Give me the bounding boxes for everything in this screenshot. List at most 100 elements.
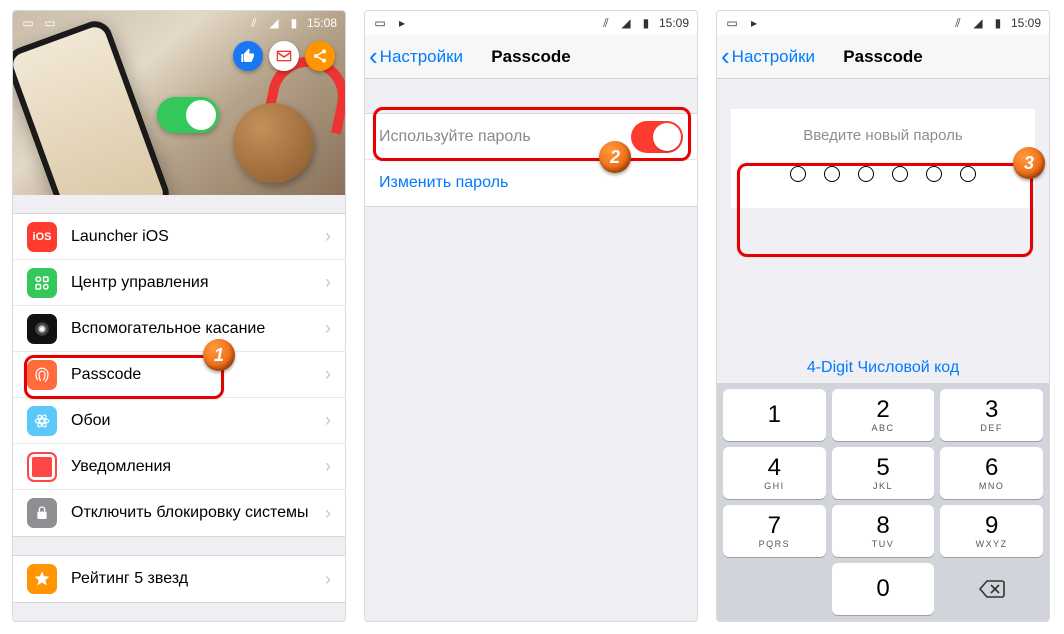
control-center-icon xyxy=(27,268,57,298)
share-button[interactable] xyxy=(305,41,335,71)
screenshot-1: ▭ ▭ ⫽ ◢ ▮ 15:08 xyxy=(12,10,346,622)
screenshot-3: ▭ ▸ ⫽ ◢ ▮ 15:09 ‹ Настройки Passcode Вве… xyxy=(716,10,1050,622)
star-icon xyxy=(27,564,57,594)
signal-icon: ◢ xyxy=(619,16,633,30)
status-bar: ▭ ▸ ⫽ ◢ ▮ 15:09 xyxy=(365,11,697,35)
back-label: Настройки xyxy=(732,47,815,67)
passcode-dot xyxy=(858,166,874,182)
play-icon: ▸ xyxy=(747,16,761,30)
row-wallpaper[interactable]: Обои › xyxy=(13,398,345,444)
row-label: Passcode xyxy=(71,366,311,384)
notifications-icon xyxy=(27,452,57,482)
row-label: Используйте пароль xyxy=(379,128,617,146)
hero-toggle xyxy=(157,97,219,133)
status-time: 15:09 xyxy=(659,16,689,30)
row-change-password[interactable]: Изменить пароль xyxy=(365,160,697,206)
change-password-link: Изменить пароль xyxy=(379,174,683,192)
four-digit-option[interactable]: 4-Digit Числовой код xyxy=(717,341,1049,383)
status-time: 15:08 xyxy=(307,16,337,30)
settings-group-1: iOS Launcher iOS › Центр управления › Вс… xyxy=(13,213,345,537)
key-2[interactable]: 2ABC xyxy=(832,389,935,441)
battery-icon: ▮ xyxy=(991,16,1005,30)
row-label: Вспомогательное касание xyxy=(71,320,311,338)
key-4[interactable]: 4GHI xyxy=(723,447,826,499)
back-button[interactable]: ‹ Настройки xyxy=(369,47,463,67)
picture-icon: ▭ xyxy=(725,16,739,30)
row-label: Отключить блокировку системы xyxy=(71,504,311,522)
key-backspace[interactable] xyxy=(940,563,1043,615)
picture-icon: ▭ xyxy=(21,16,35,30)
back-button[interactable]: ‹ Настройки xyxy=(721,47,815,67)
status-bar: ▭ ▸ ⫽ ◢ ▮ 15:09 xyxy=(717,11,1049,35)
enter-passcode-prompt: Введите новый пароль xyxy=(741,127,1025,144)
status-time: 15:09 xyxy=(1011,16,1041,30)
row-label: Рейтинг 5 звезд xyxy=(71,570,311,588)
row-label: Центр управления xyxy=(71,274,311,292)
passcode-dot xyxy=(926,166,942,182)
chevron-right-icon: › xyxy=(325,226,331,247)
annotation-badge-1: 1 xyxy=(203,339,235,371)
chevron-right-icon: › xyxy=(325,410,331,431)
nav-bar: ‹ Настройки Passcode xyxy=(717,35,1049,79)
key-8[interactable]: 8TUV xyxy=(832,505,935,557)
chevron-right-icon: › xyxy=(325,364,331,385)
back-label: Настройки xyxy=(380,47,463,67)
chevron-left-icon: ‹ xyxy=(369,49,378,65)
picture-icon: ▭ xyxy=(373,16,387,30)
row-disable-lock[interactable]: Отключить блокировку системы › xyxy=(13,490,345,536)
annotation-badge-3: 3 xyxy=(1013,147,1045,179)
signal-icon: ◢ xyxy=(971,16,985,30)
toggle-use-password[interactable] xyxy=(631,121,683,153)
row-notifications[interactable]: Уведомления › xyxy=(13,444,345,490)
key-7[interactable]: 7PQRS xyxy=(723,505,826,557)
cookie-illustration xyxy=(233,103,313,183)
nav-bar: ‹ Настройки Passcode xyxy=(365,35,697,79)
chevron-right-icon: › xyxy=(325,569,331,590)
passcode-dots xyxy=(741,166,1025,182)
disable-lock-icon xyxy=(27,498,57,528)
row-rate-5-stars[interactable]: Рейтинг 5 звезд › xyxy=(13,556,345,602)
annotation-badge-2: 2 xyxy=(599,141,631,173)
key-3[interactable]: 3DEF xyxy=(940,389,1043,441)
row-label: Обои xyxy=(71,412,311,430)
passcode-dot xyxy=(824,166,840,182)
hero-action-buttons xyxy=(233,41,335,71)
row-label: Уведомления xyxy=(71,458,311,476)
backspace-icon xyxy=(978,579,1006,599)
key-5[interactable]: 5JKL xyxy=(832,447,935,499)
signal-icon: ◢ xyxy=(267,16,281,30)
gmail-button[interactable] xyxy=(269,41,299,71)
battery-icon: ▮ xyxy=(639,16,653,30)
chevron-right-icon: › xyxy=(325,503,331,524)
row-label: Launcher iOS xyxy=(71,228,311,246)
chevron-left-icon: ‹ xyxy=(721,49,730,65)
passcode-group: Используйте пароль Изменить пароль xyxy=(365,113,697,207)
launcher-ios-icon: iOS xyxy=(27,222,57,252)
row-assistive-touch[interactable]: Вспомогательное касание › xyxy=(13,306,345,352)
row-passcode[interactable]: Passcode › xyxy=(13,352,345,398)
screenshot-2: ▭ ▸ ⫽ ◢ ▮ 15:09 ‹ Настройки Passcode Исп… xyxy=(364,10,698,622)
assistive-touch-icon xyxy=(27,314,57,344)
key-9[interactable]: 9WXYZ xyxy=(940,505,1043,557)
chevron-right-icon: › xyxy=(325,318,331,339)
chevron-right-icon: › xyxy=(325,456,331,477)
wallpaper-icon xyxy=(27,406,57,436)
like-button[interactable] xyxy=(233,41,263,71)
chevron-right-icon: › xyxy=(325,272,331,293)
phone-illustration xyxy=(13,16,174,195)
vibrate-icon: ⫽ xyxy=(951,16,965,30)
row-control-center[interactable]: Центр управления › xyxy=(13,260,345,306)
row-launcher-ios[interactable]: iOS Launcher iOS › xyxy=(13,214,345,260)
passcode-dot xyxy=(892,166,908,182)
picture-icon: ▭ xyxy=(43,16,57,30)
hero-banner: ▭ ▭ ⫽ ◢ ▮ 15:08 xyxy=(13,11,345,195)
key-1[interactable]: 1 xyxy=(723,389,826,441)
passcode-dot xyxy=(790,166,806,182)
enter-passcode-area: Введите новый пароль xyxy=(731,109,1035,208)
key-0[interactable]: 0 xyxy=(832,563,935,615)
vibrate-icon: ⫽ xyxy=(599,16,613,30)
row-use-password[interactable]: Используйте пароль xyxy=(365,114,697,160)
battery-icon: ▮ xyxy=(287,16,301,30)
passcode-dot xyxy=(960,166,976,182)
key-6[interactable]: 6MNO xyxy=(940,447,1043,499)
